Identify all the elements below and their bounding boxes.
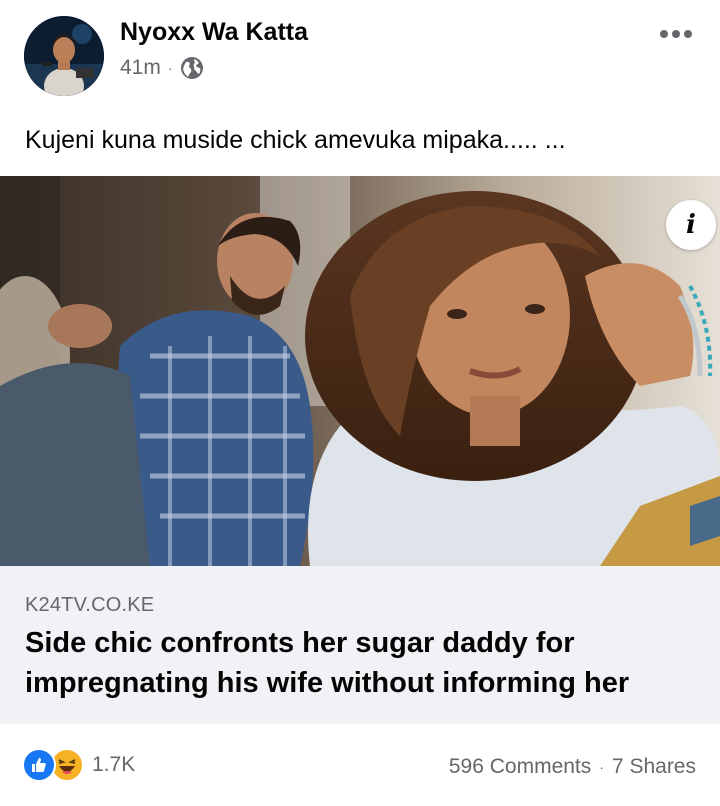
link-caption[interactable]: K24TV.CO.KE Side chic confronts her suga… [0, 566, 720, 724]
info-button[interactable]: i [666, 200, 716, 250]
like-icon [22, 748, 56, 782]
globe-icon[interactable] [180, 56, 204, 80]
engagement-bar: 1.7K 596 Comments · 7 Shares [0, 740, 720, 796]
reaction-count: 1.7K [92, 753, 136, 776]
engagement-stats: 596 Comments · 7 Shares [449, 755, 696, 779]
more-options-button[interactable] [654, 22, 698, 46]
post-text: Kujeni kuna muside chick amevuka mipaka.… [25, 126, 566, 154]
post-time[interactable]: 41m [120, 56, 161, 80]
comments-count[interactable]: 596 Comments [449, 755, 591, 779]
more-options-icon [660, 30, 668, 38]
link-preview-image[interactable]: i [0, 176, 720, 566]
post-header: Nyoxx Wa Katta 41m · [0, 0, 720, 110]
shares-count[interactable]: 7 Shares [612, 755, 696, 779]
author-avatar[interactable] [24, 16, 104, 96]
link-title[interactable]: Side chic confronts her sugar daddy for … [25, 623, 695, 703]
reactions-summary[interactable]: 1.7K [22, 748, 135, 782]
meta-separator: · [167, 60, 173, 76]
stats-separator: · [599, 759, 604, 775]
link-domain: K24TV.CO.KE [25, 594, 155, 616]
post-meta: 41m · [120, 56, 204, 80]
link-preview-card[interactable]: i K24TV.CO.KE Side chic confronts her su… [0, 176, 720, 724]
author-name[interactable]: Nyoxx Wa Katta [120, 18, 308, 47]
